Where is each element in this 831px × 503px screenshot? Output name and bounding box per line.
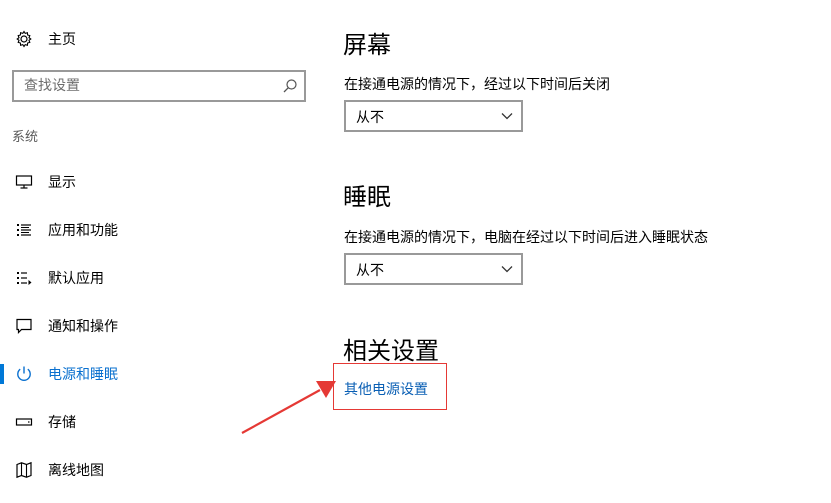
dropdown-value: 从不 xyxy=(356,263,384,279)
chevron-down-icon xyxy=(501,110,513,122)
search-input[interactable] xyxy=(24,77,274,95)
map-icon xyxy=(14,460,34,480)
annotation-arrow-icon xyxy=(241,381,336,434)
gear-icon xyxy=(14,29,34,49)
sleep-description: 在接通电源的情况下，电脑在经过以下时间后进入睡眠状态 xyxy=(344,230,708,246)
chevron-down-icon xyxy=(501,263,513,275)
sidebar-item-default-apps[interactable]: 默认应用 xyxy=(0,258,310,298)
home-label: 主页 xyxy=(48,32,76,48)
sidebar-item-label: 通知和操作 xyxy=(48,319,118,335)
screen-description: 在接通电源的情况下，经过以下时间后关闭 xyxy=(344,77,610,93)
sidebar-item-offline-maps[interactable]: 离线地图 xyxy=(0,450,310,490)
storage-icon xyxy=(14,412,34,432)
sidebar-item-label: 电源和睡眠 xyxy=(48,367,118,383)
home-nav-item[interactable]: 主页 xyxy=(14,27,76,51)
apps-list-icon xyxy=(14,220,34,240)
sidebar-item-label: 存储 xyxy=(48,415,76,431)
power-icon xyxy=(14,364,34,384)
default-apps-icon xyxy=(14,268,34,288)
section-label: 系统 xyxy=(12,130,39,145)
search-icon[interactable] xyxy=(282,78,298,94)
active-indicator xyxy=(0,364,4,384)
sidebar-item-label: 默认应用 xyxy=(48,271,104,287)
sidebar-item-label: 离线地图 xyxy=(48,463,104,479)
notification-icon xyxy=(14,316,34,336)
sidebar-item-label: 显示 xyxy=(48,175,76,191)
sleep-section-title: 睡眠 xyxy=(343,183,391,211)
search-box[interactable] xyxy=(12,70,306,102)
monitor-icon xyxy=(14,172,34,192)
additional-power-settings-link[interactable]: 其他电源设置 xyxy=(344,379,428,399)
sleep-timeout-dropdown[interactable]: 从不 xyxy=(344,253,523,285)
sidebar-item-notifications[interactable]: 通知和操作 xyxy=(0,306,310,346)
sidebar-item-label: 应用和功能 xyxy=(48,223,118,239)
related-settings-title: 相关设置 xyxy=(343,337,439,365)
sidebar-item-apps[interactable]: 应用和功能 xyxy=(0,210,310,250)
screen-timeout-dropdown[interactable]: 从不 xyxy=(344,100,523,132)
dropdown-value: 从不 xyxy=(356,110,384,126)
screen-section-title: 屏幕 xyxy=(343,31,391,59)
sidebar-item-display[interactable]: 显示 xyxy=(0,162,310,202)
